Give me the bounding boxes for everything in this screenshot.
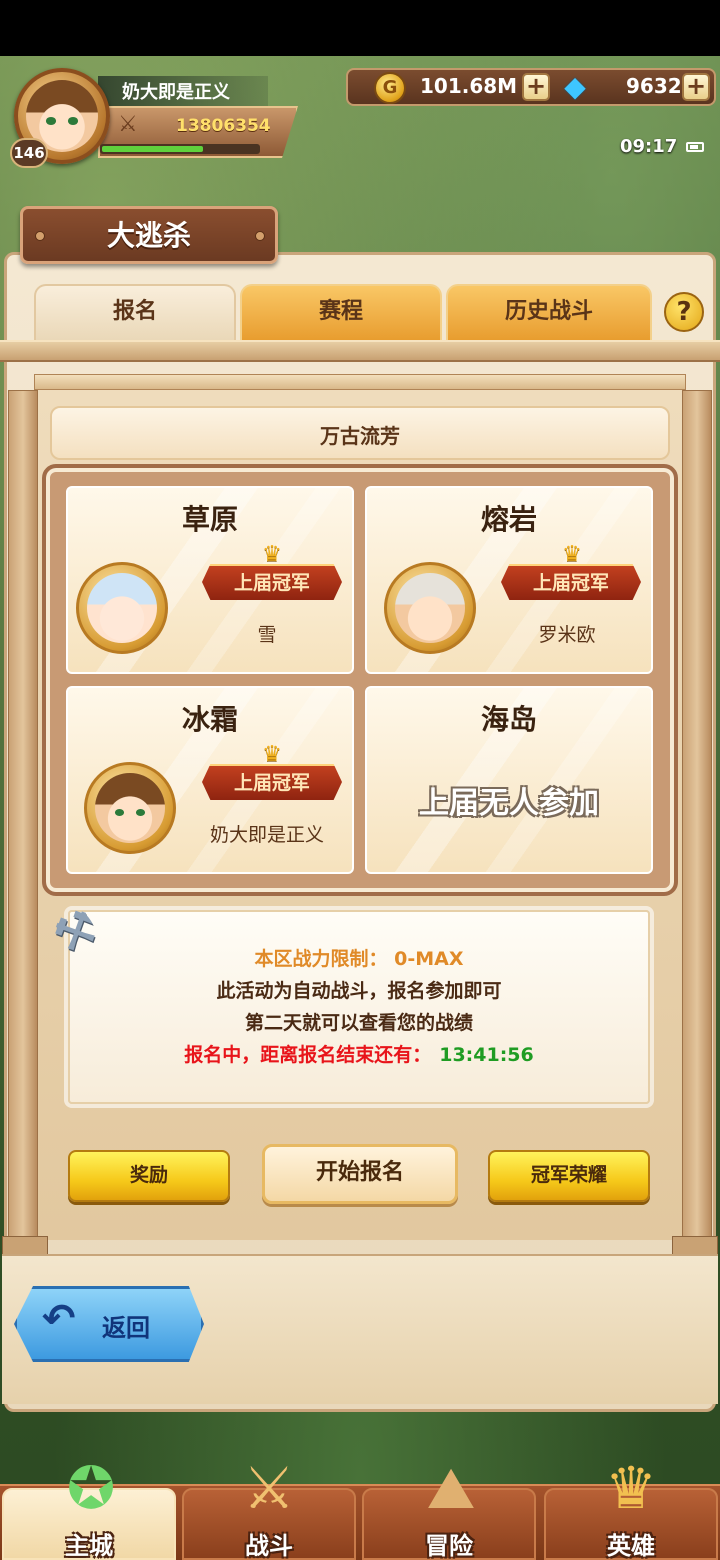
map-scroll-icon: ⛰ <box>426 1454 476 1522</box>
page-title: 大逃杀 <box>106 219 191 252</box>
crown-icon: ♛ <box>562 542 582 567</box>
tab-signup[interactable]: 报名 <box>34 284 236 340</box>
pillar-base-right <box>672 1236 718 1256</box>
battery-icon <box>686 142 704 152</box>
countdown-label: 报名中，距离报名结束还有： <box>184 1044 432 1066</box>
champion-portrait <box>84 762 176 854</box>
tab-schedule[interactable]: 赛程 <box>240 284 442 340</box>
add-gem-button[interactable]: + <box>682 73 710 101</box>
tab-history[interactable]: 历史战斗 <box>446 284 652 340</box>
city-emblem-icon: ✪ <box>66 1454 116 1522</box>
crown-icon: ♛ <box>262 542 282 567</box>
nav-label-heroes: 英雄 <box>607 1532 655 1560</box>
crown-icon: ♛ <box>262 742 282 767</box>
pillar-base-left <box>2 1236 48 1256</box>
nav-label-adventure: 冒险 <box>425 1532 473 1560</box>
gold-amount: 101.68M <box>420 74 518 98</box>
champion-ribbon: 上届冠军 <box>501 564 641 600</box>
arena-name: 海岛 <box>480 703 537 736</box>
exp-bar-fill <box>102 146 203 152</box>
auto-battle-text: 此活动为自动战斗，报名参加即可 <box>216 980 502 1002</box>
reward-button[interactable]: 奖励 <box>68 1150 230 1202</box>
add-gold-button[interactable]: + <box>522 73 550 101</box>
back-label: 返回 <box>102 1314 150 1342</box>
return-arrow-icon: ↶ <box>42 1296 76 1342</box>
champion-ribbon: 上届冠军 <box>202 764 342 800</box>
champion-honor-button[interactable]: 冠军荣耀 <box>488 1150 650 1202</box>
champion-portrait <box>384 562 476 654</box>
arena-name: 草原 <box>181 503 238 536</box>
shelf-trim <box>34 374 686 390</box>
gold-coin-icon: G <box>374 72 406 104</box>
nav-label-battle: 战斗 <box>245 1532 293 1560</box>
clock: 09:17 <box>620 136 678 157</box>
status-bar <box>0 0 720 56</box>
no-participant-text: 上届无人参加 <box>419 786 599 821</box>
diamond-icon: ◆ <box>564 70 586 103</box>
gem-amount: 9632 <box>626 74 682 98</box>
tab-shelf <box>0 340 720 362</box>
champion-portrait <box>76 562 168 654</box>
crossed-swords-icon: ⚔ <box>118 112 138 137</box>
subtitle: 万古流芳 <box>320 424 400 448</box>
champion-name: 雪 <box>257 624 277 646</box>
hero-crest-icon: ♛ <box>605 1454 657 1522</box>
next-day-text: 第二天就可以查看您的战绩 <box>244 1012 473 1034</box>
arena-name: 冰霜 <box>181 703 238 736</box>
pillar-right <box>682 390 712 1240</box>
start-signup-button[interactable]: 开始报名 <box>262 1144 458 1204</box>
combat-power-value: 13806354 <box>176 116 271 136</box>
power-limit-text: 本区战力限制： 0-MAX <box>254 948 464 970</box>
info-card <box>68 910 650 1104</box>
signup-countdown: 报名中，距离报名结束还有： 13:41:56 <box>68 1040 650 1067</box>
level-badge: 146 <box>10 138 48 168</box>
pillar-left <box>8 390 38 1240</box>
player-name: 奶大即是正义 <box>122 82 230 103</box>
champion-name: 奶大即是正义 <box>209 824 324 846</box>
help-button[interactable]: ? <box>664 292 704 332</box>
arena-name: 熔岩 <box>480 503 537 536</box>
champion-ribbon: 上届冠军 <box>202 564 342 600</box>
countdown-time: 13:41:56 <box>439 1044 534 1066</box>
crossed-swords-icon: ⚔ <box>243 1454 295 1522</box>
nav-label-main-city: 主城 <box>65 1532 113 1560</box>
champion-name: 罗米欧 <box>538 624 596 646</box>
